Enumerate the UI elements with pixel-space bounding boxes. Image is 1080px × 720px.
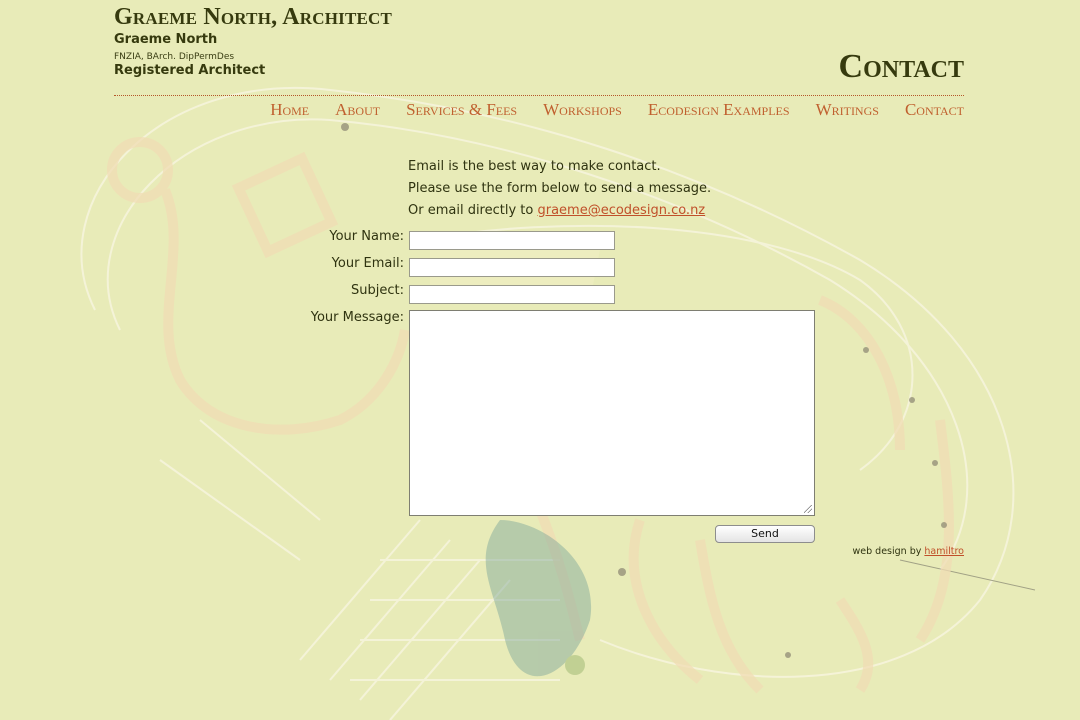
site-title: Graeme North, Architect [114, 4, 393, 30]
qualifications: FNZIA, BArch. DipPermDes [114, 52, 235, 62]
nav-home[interactable]: Home [270, 100, 309, 120]
resize-grip-icon[interactable] [804, 505, 812, 513]
intro-line-3-prefix: Or email directly to [408, 203, 538, 218]
message-textarea[interactable] [409, 310, 815, 516]
nav-about[interactable]: About [335, 100, 380, 120]
email-input[interactable] [409, 258, 615, 277]
page-heading: Contact [838, 48, 964, 85]
subject-label: Subject: [351, 283, 404, 298]
main-nav: Home About Services & Fees Workshops Eco… [270, 100, 964, 120]
credit-prefix: web design by [852, 546, 925, 557]
nav-workshops[interactable]: Workshops [543, 100, 622, 120]
owner-name: Graeme North [114, 32, 218, 47]
email-label: Your Email: [331, 256, 404, 271]
contact-intro: Email is the best way to make contact. P… [408, 158, 711, 224]
nav-contact[interactable]: Contact [905, 100, 964, 120]
email-link[interactable]: graeme@ecodesign.co.nz [537, 203, 705, 218]
intro-line-3: Or email directly to graeme@ecodesign.co… [408, 202, 711, 224]
nav-services-fees[interactable]: Services & Fees [406, 100, 517, 120]
web-design-credit: web design by hamiltro [853, 546, 965, 557]
header-divider [114, 95, 964, 96]
send-button[interactable]: Send [715, 525, 815, 543]
nav-writings[interactable]: Writings [816, 100, 879, 120]
intro-line-1: Email is the best way to make contact. [408, 159, 661, 174]
credit-link[interactable]: hamiltro [924, 546, 964, 557]
name-label: Your Name: [329, 229, 404, 244]
subject-input[interactable] [409, 285, 615, 304]
nav-ecodesign-examples[interactable]: Ecodesign Examples [648, 100, 790, 120]
registration-title: Registered Architect [114, 63, 266, 78]
intro-line-2: Please use the form below to send a mess… [408, 181, 712, 196]
message-label: Your Message: [310, 310, 404, 325]
name-input[interactable] [409, 231, 615, 250]
